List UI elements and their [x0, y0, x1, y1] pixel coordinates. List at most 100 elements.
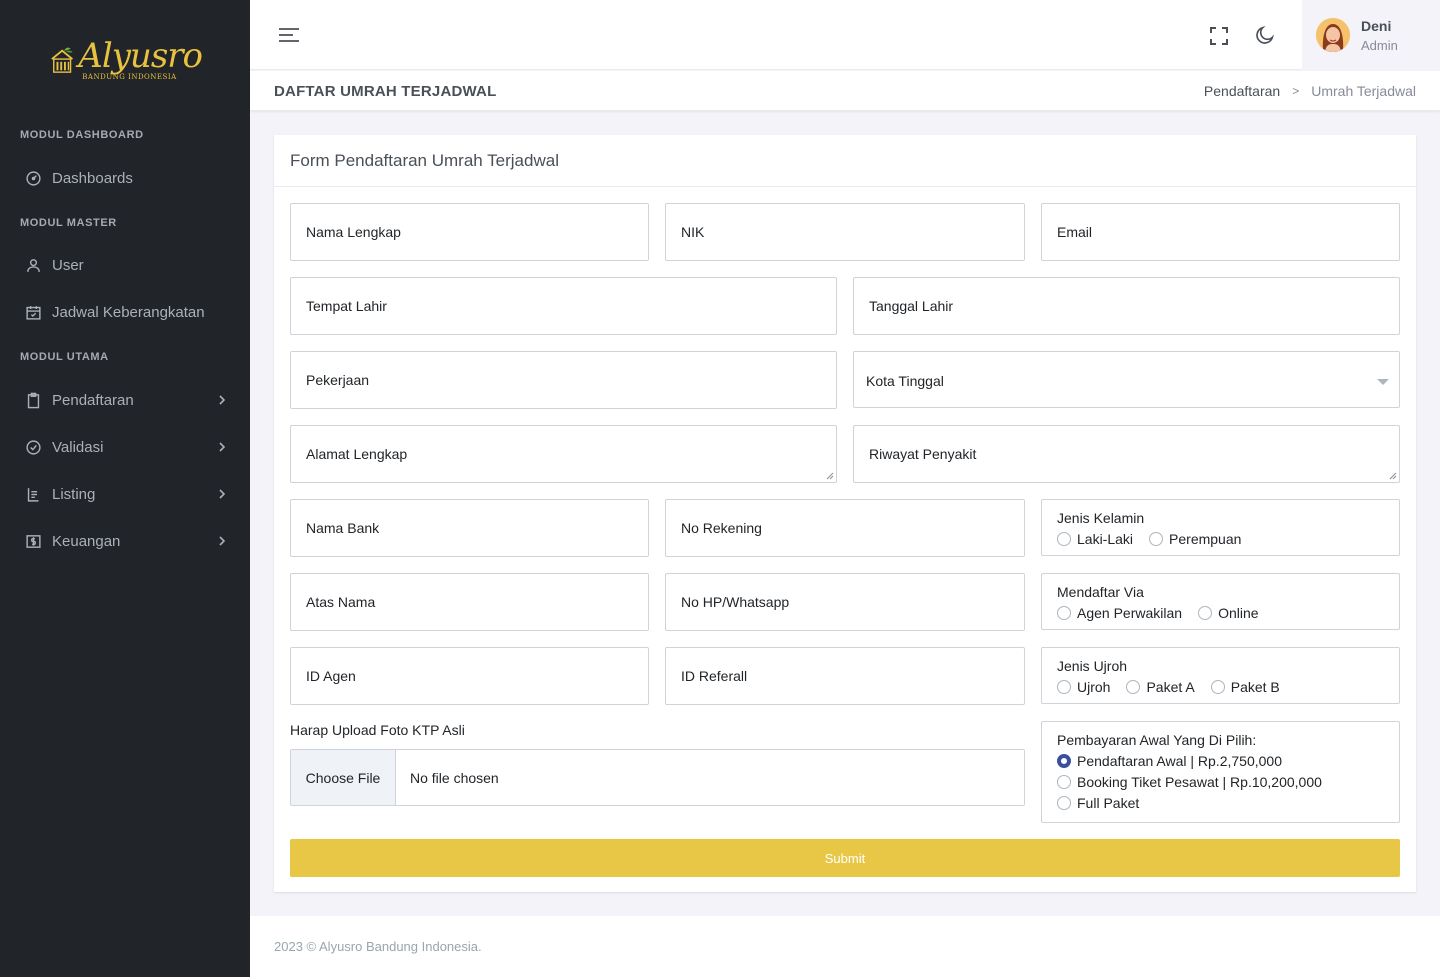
radio-booking-tiket[interactable]: Booking Tiket Pesawat | Rp.10,200,000 [1057, 773, 1368, 791]
sidebar-item-label: Pendaftaran [52, 391, 134, 409]
pekerjaan-placeholder: Pekerjaan [306, 372, 370, 388]
id-agen-placeholder: ID Agen [306, 668, 356, 684]
file-status: No file chosen [410, 769, 499, 786]
nik-placeholder: NIK [681, 224, 705, 240]
alamat-lengkap-textarea[interactable]: Alamat Lengkap [290, 425, 837, 483]
form-card: Form Pendaftaran Umrah Terjadwal Nama Le… [274, 135, 1416, 892]
sidebar-item-label: Validasi [52, 438, 104, 456]
radio-pendaftaran-awal[interactable]: Pendaftaran Awal | Rp.2,750,000 [1057, 752, 1368, 770]
id-agen-input[interactable]: ID Agen [290, 647, 649, 705]
email-input[interactable]: Email [1041, 203, 1400, 261]
radio-circle-checked[interactable] [1057, 754, 1071, 768]
tanggal-lahir-input[interactable]: Tanggal Lahir [853, 277, 1400, 335]
jenis-kelamin-group: Jenis Kelamin Laki-Laki Perempuan [1041, 499, 1400, 556]
upload-label: Harap Upload Foto KTP Asli [290, 722, 465, 738]
tempat-lahir-input[interactable]: Tempat Lahir [290, 277, 837, 335]
atas-nama-input[interactable]: Atas Nama [290, 573, 649, 631]
page-title-bar: DAFTAR UMRAH TERJADWAL Pendaftaran > Umr… [250, 71, 1440, 111]
menu-section-dashboard: MODUL DASHBOARD [20, 129, 144, 141]
radio-circle[interactable] [1149, 532, 1164, 546]
resize-handle-icon[interactable] [1389, 472, 1397, 480]
sidebar-item-validasi[interactable]: Validasi [20, 429, 232, 465]
sidebar-item-keuangan[interactable]: Keuangan [20, 523, 232, 559]
radio-ujroh[interactable]: Ujroh [1057, 678, 1110, 696]
radio-label: Booking Tiket Pesawat | Rp.10,200,000 [1077, 774, 1322, 790]
submit-button[interactable]: Submit [290, 839, 1400, 877]
radio-circle[interactable] [1057, 680, 1071, 694]
jenis-kelamin-label: Jenis Kelamin [1057, 510, 1145, 526]
pembayaran-label: Pembayaran Awal Yang Di Pilih: [1057, 732, 1257, 748]
radio-agen-perwakilan[interactable]: Agen Perwakilan [1057, 604, 1182, 622]
sidebar-item-user[interactable]: User [20, 247, 232, 283]
footer-copyright: 2023 © Alyusro Bandung Indonesia. [274, 939, 482, 954]
user-dropdown[interactable]: Deni Admin [1302, 0, 1440, 70]
choose-file-button[interactable]: Choose File [291, 750, 396, 805]
radio-label: Paket A [1146, 679, 1195, 695]
sidebar-item-jadwal[interactable]: Jadwal Keberangkatan [20, 294, 232, 330]
radio-circle[interactable] [1057, 606, 1071, 620]
no-rekening-input[interactable]: No Rekening [665, 499, 1025, 557]
user-role: Admin [1361, 37, 1398, 53]
pekerjaan-input[interactable]: Pekerjaan [290, 351, 837, 409]
hamburger-menu-icon[interactable] [278, 26, 300, 44]
ktp-file-input[interactable]: Choose File No file chosen [290, 749, 1025, 806]
radio-circle[interactable] [1126, 680, 1141, 694]
sidebar-item-label: User [52, 256, 84, 274]
user-name: Deni [1361, 17, 1392, 34]
radio-laki-laki[interactable]: Laki-Laki [1057, 530, 1133, 548]
nama-bank-placeholder: Nama Bank [306, 520, 380, 536]
chevron-right-icon [219, 489, 226, 499]
sidebar-item-dashboards[interactable]: Dashboards [20, 160, 232, 196]
breadcrumb-pendaftaran[interactable]: Pendaftaran [1204, 83, 1280, 99]
dashboard-icon [24, 169, 42, 187]
form-title: Form Pendaftaran Umrah Terjadwal [290, 151, 559, 170]
radio-circle[interactable] [1057, 775, 1071, 789]
radio-circle[interactable] [1057, 532, 1071, 546]
id-referall-input[interactable]: ID Referall [665, 647, 1025, 705]
nik-input[interactable]: NIK [665, 203, 1025, 261]
list-icon [24, 485, 42, 503]
riwayat-penyakit-textarea[interactable]: Riwayat Penyakit [853, 425, 1400, 483]
sidebar-item-listing[interactable]: Listing [20, 476, 232, 512]
radio-circle[interactable] [1198, 606, 1213, 620]
radio-paket-a[interactable]: Paket A [1126, 678, 1195, 696]
chevron-down-icon [1377, 379, 1389, 385]
avatar [1316, 18, 1350, 52]
jenis-ujroh-group: Jenis Ujroh Ujroh Paket A Paket B [1041, 647, 1400, 704]
radio-label: Online [1218, 605, 1259, 621]
radio-circle[interactable] [1057, 796, 1071, 810]
sidebar-item-label: Keuangan [52, 532, 121, 550]
pembayaran-group: Pembayaran Awal Yang Di Pilih: Pendaftar… [1041, 721, 1400, 823]
house-logo-icon [51, 47, 74, 73]
user-icon [24, 256, 42, 274]
brand-tagline: BANDUNG INDONESIA [82, 73, 177, 81]
radio-label: Full Paket [1077, 795, 1140, 811]
sidebar-item-label: Dashboards [52, 169, 133, 187]
breadcrumb-current: Umrah Terjadwal [1311, 83, 1416, 99]
resize-handle-icon[interactable] [826, 472, 834, 480]
radio-full-paket[interactable]: Full Paket [1057, 794, 1368, 812]
radio-circle[interactable] [1210, 680, 1225, 694]
riwayat-penyakit-placeholder: Riwayat Penyakit [869, 446, 977, 462]
brand-logo[interactable]: Alyusro BANDUNG INDONESIA [50, 28, 203, 92]
tanggal-lahir-placeholder: Tanggal Lahir [869, 298, 954, 314]
check-circle-icon [24, 438, 42, 456]
moon-icon[interactable] [1254, 24, 1276, 46]
id-referall-placeholder: ID Referall [681, 668, 748, 684]
radio-perempuan[interactable]: Perempuan [1149, 530, 1241, 548]
sidebar-item-pendaftaran[interactable]: Pendaftaran [20, 382, 232, 418]
sidebar: Alyusro BANDUNG INDONESIA MODUL DASHBOAR… [0, 0, 250, 977]
radio-label: Paket B [1230, 679, 1280, 695]
nama-lengkap-input[interactable]: Nama Lengkap [290, 203, 649, 261]
fullscreen-icon[interactable] [1208, 25, 1230, 47]
nama-lengkap-placeholder: Nama Lengkap [306, 224, 401, 240]
radio-paket-b[interactable]: Paket B [1210, 678, 1280, 696]
radio-online[interactable]: Online [1198, 604, 1259, 622]
radio-label: Agen Perwakilan [1077, 605, 1183, 621]
no-hp-input[interactable]: No HP/Whatsapp [665, 573, 1025, 631]
kota-tinggal-select[interactable]: Kota Tinggal [853, 351, 1400, 408]
nama-bank-input[interactable]: Nama Bank [290, 499, 649, 557]
breadcrumb-separator: > [1292, 84, 1300, 98]
money-icon [24, 532, 42, 550]
no-rekening-placeholder: No Rekening [681, 520, 762, 536]
